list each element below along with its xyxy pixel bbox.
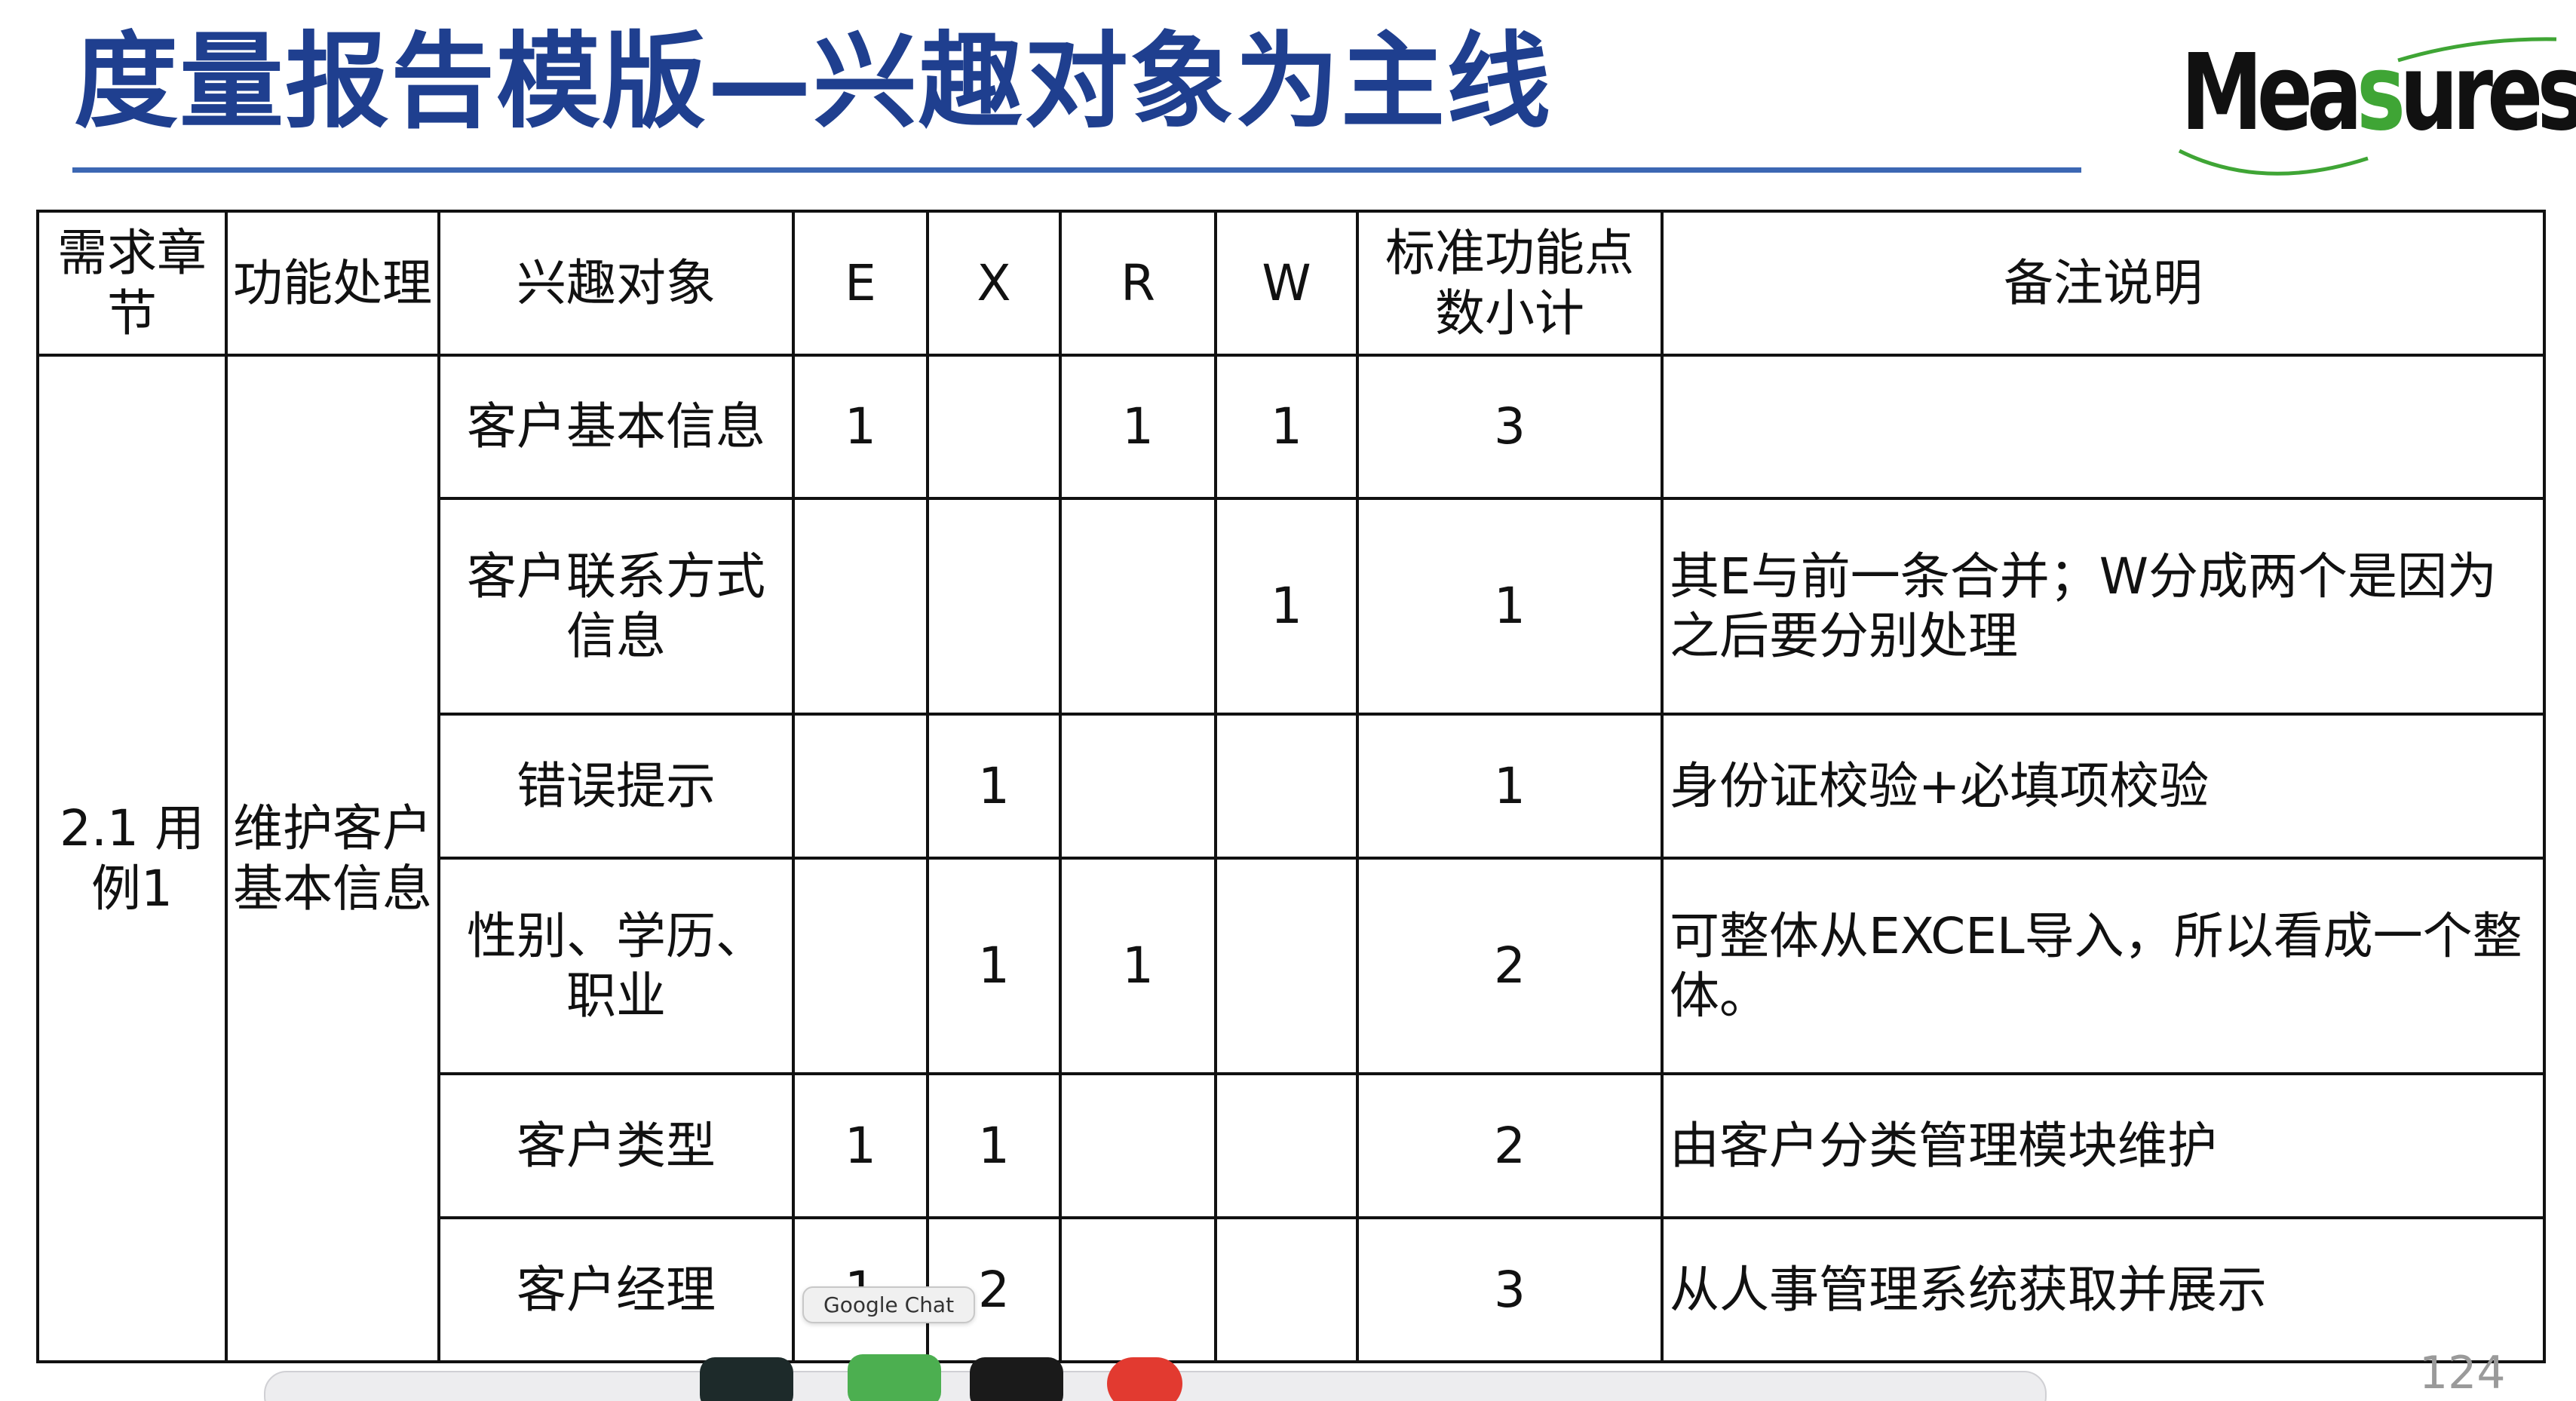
note-cell: 从人事管理系统获取并展示 [1661,1216,2546,1363]
e-cell [792,713,929,860]
note-cell: 由客户分类管理模块维护 [1661,1072,2546,1219]
r-cell [1059,1216,1217,1363]
logo-wordmark: Measures [2181,32,2576,155]
e-cell: 1 [792,1072,929,1219]
header-x: X [926,210,1062,357]
r-cell: 1 [1059,857,1217,1075]
r-cell [1059,497,1217,716]
header-chapter: 需求章节 [36,210,228,357]
slide-title: 度量报告模版—兴趣对象为主线 [74,21,1553,143]
w-cell: 1 [1214,497,1359,716]
header-r: R [1059,210,1217,357]
e-cell: 1 [792,354,929,500]
w-cell [1214,857,1359,1075]
process-cell: 维护客户基本信息 [225,354,440,1363]
page-number: 124 [2419,1347,2506,1399]
r-cell [1059,713,1217,860]
google-chat-icon[interactable] [848,1354,941,1401]
note-cell [1661,354,2546,500]
header-process: 功能处理 [225,210,440,357]
w-cell [1214,713,1359,860]
object-cell: 客户经理 [437,1216,795,1363]
total-cell: 1 [1356,713,1664,860]
header-object: 兴趣对象 [437,210,795,357]
title-underline [72,167,2081,173]
w-cell [1214,1072,1359,1219]
r-cell [1059,1072,1217,1219]
header-e: E [792,210,929,357]
record-icon[interactable] [1107,1357,1182,1401]
terminal-icon[interactable] [970,1357,1063,1401]
function-point-table: 需求章节 功能处理 兴趣对象 E X R W 标准功能点数小计 备注说明 2.1… [36,210,2546,1363]
table-header-row: 需求章节 功能处理 兴趣对象 E X R W 标准功能点数小计 备注说明 [36,210,2546,357]
total-cell: 2 [1356,1072,1664,1219]
total-cell: 2 [1356,857,1664,1075]
chapter-cell: 2.1 用例1 [36,354,228,1363]
header-total: 标准功能点数小计 [1356,210,1664,357]
object-cell: 客户类型 [437,1072,795,1219]
object-cell: 性别、学历、职业 [437,857,795,1075]
object-cell: 客户联系方式信息 [437,497,795,716]
object-cell: 客户基本信息 [437,354,795,500]
x-cell: 1 [926,857,1062,1075]
note-cell: 可整体从EXCEL导入，所以看成一个整体。 [1661,857,2546,1075]
dock-tooltip: Google Chat [802,1286,976,1323]
note-cell: 其E与前一条合并；W分成两个是因为之后要分别处理 [1661,497,2546,716]
total-cell: 3 [1356,1216,1664,1363]
header-w: W [1214,210,1359,357]
measures-logo: Measures [2172,30,2576,181]
e-cell [792,857,929,1075]
total-cell: 1 [1356,497,1664,716]
x-cell: 1 [926,713,1062,860]
r-cell: 1 [1059,354,1217,500]
x-cell: 1 [926,1072,1062,1219]
w-cell [1214,1216,1359,1363]
x-cell [926,497,1062,716]
total-cell: 3 [1356,354,1664,500]
note-cell: 身份证校验+必填项校验 [1661,713,2546,860]
x-cell [926,354,1062,500]
e-cell [792,497,929,716]
table-row: 2.1 用例1 维护客户基本信息 客户基本信息 1 1 1 3 [36,354,2546,1363]
activity-monitor-icon[interactable] [700,1357,793,1401]
w-cell: 1 [1214,354,1359,500]
object-cell: 错误提示 [437,713,795,860]
header-note: 备注说明 [1661,210,2546,357]
slide: 度量报告模版—兴趣对象为主线 Measures 需求章节 功能处理 兴趣对象 E… [0,0,2576,1401]
